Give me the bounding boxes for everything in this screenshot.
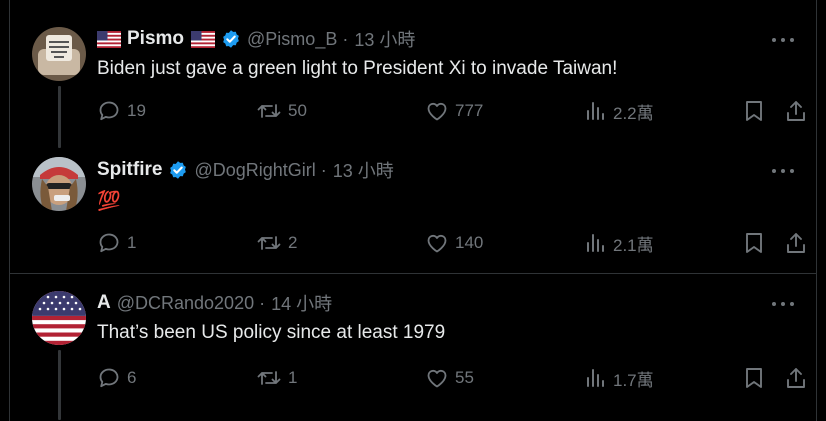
retweet-button[interactable]: 1 (256, 366, 297, 390)
tweet-header: Pismo @Pismo_B · 13 小時 (97, 27, 796, 51)
bookmark-icon (746, 368, 762, 388)
avatar[interactable] (32, 291, 86, 345)
retweet-button[interactable]: 50 (256, 99, 307, 123)
avatar[interactable] (32, 27, 86, 81)
more-icon[interactable] (772, 161, 794, 181)
reply-button[interactable]: 19 (97, 99, 146, 123)
tweet-a[interactable]: A @DCRando2020 · 14 小時 That’s been US po… (10, 274, 816, 421)
reply-button[interactable]: 6 (97, 366, 136, 390)
share-icon (787, 368, 805, 388)
timeline-border-right (816, 0, 817, 421)
action-bar: 19 50 777 2.2萬 (97, 99, 805, 123)
share-button[interactable] (785, 366, 807, 390)
tweet-spitfire[interactable]: Spitfire @DogRightGirl · 13 小時 💯 1 2 140… (10, 142, 816, 273)
verified-badge-icon[interactable] (168, 160, 188, 180)
like-button[interactable]: 777 (425, 99, 483, 123)
tweet-header: Spitfire @DogRightGirl · 13 小時 (97, 158, 796, 182)
display-name[interactable]: A (97, 292, 111, 314)
bookmark-icon (746, 101, 762, 121)
avatar[interactable] (32, 157, 86, 211)
views-button[interactable]: 2.1萬 (585, 231, 654, 255)
views-icon (587, 102, 604, 120)
share-icon (787, 101, 805, 121)
separator-dot: · (259, 292, 266, 313)
share-icon (787, 233, 805, 253)
reply-count: 1 (127, 233, 137, 252)
retweet-icon (257, 104, 281, 118)
view-count: 2.2萬 (613, 103, 654, 123)
timestamp[interactable]: 13 小時 (354, 26, 415, 52)
reply-count: 6 (127, 368, 137, 387)
tweet-text: That’s been US policy since at least 197… (97, 322, 446, 343)
more-icon[interactable] (772, 30, 794, 50)
retweet-icon (257, 371, 281, 385)
like-count: 140 (455, 233, 484, 252)
views-icon (587, 234, 604, 252)
bookmark-icon (746, 233, 762, 253)
tweet-text: Biden just gave a green light to Preside… (97, 58, 618, 79)
like-count: 55 (455, 368, 474, 387)
thread-line (58, 350, 61, 420)
view-count: 1.7萬 (613, 370, 654, 390)
retweet-count: 1 (288, 368, 298, 387)
display-name[interactable]: Pismo (127, 28, 184, 50)
action-bar: 6 1 55 1.7萬 (97, 366, 805, 390)
like-button[interactable]: 140 (425, 231, 483, 255)
user-handle[interactable]: @DogRightGirl (194, 160, 315, 181)
us-flag-icon (191, 30, 216, 48)
retweet-icon (257, 236, 281, 250)
tweet-pismo[interactable]: Pismo @Pismo_B · 13 小時 Biden just gave a… (10, 0, 816, 148)
bookmark-button[interactable] (744, 99, 764, 123)
share-button[interactable] (785, 99, 807, 123)
separator-dot: · (342, 28, 349, 49)
bookmark-button[interactable] (744, 366, 764, 390)
bookmark-button[interactable] (744, 231, 764, 255)
user-handle[interactable]: @Pismo_B (247, 29, 337, 50)
reply-button[interactable]: 1 (97, 231, 136, 255)
views-button[interactable]: 1.7萬 (585, 366, 654, 390)
reply-count: 19 (127, 101, 146, 120)
like-button[interactable]: 55 (425, 366, 474, 390)
display-name[interactable]: Spitfire (97, 159, 162, 181)
retweet-count: 2 (288, 233, 298, 252)
like-icon (427, 234, 447, 253)
share-button[interactable] (785, 231, 807, 255)
view-count: 2.1萬 (613, 235, 654, 255)
like-icon (427, 369, 447, 388)
retweet-count: 50 (288, 101, 307, 120)
thread-line (58, 86, 61, 148)
views-button[interactable]: 2.2萬 (585, 99, 654, 123)
tweet-text: 💯 (97, 191, 121, 212)
separator-dot: · (320, 159, 327, 180)
us-flag-icon (97, 30, 121, 48)
like-icon (427, 102, 447, 121)
tweet-header: A @DCRando2020 · 14 小時 (97, 291, 796, 315)
user-handle[interactable]: @DCRando2020 (117, 293, 254, 314)
reply-icon (99, 233, 119, 253)
reply-icon (99, 101, 119, 121)
action-bar: 1 2 140 2.1萬 (97, 231, 805, 255)
timestamp[interactable]: 14 小時 (271, 290, 332, 316)
timestamp[interactable]: 13 小時 (333, 157, 394, 183)
more-icon[interactable] (772, 294, 794, 314)
reply-icon (99, 368, 119, 388)
verified-badge-icon[interactable] (221, 29, 241, 49)
like-count: 777 (455, 101, 484, 120)
views-icon (587, 369, 604, 387)
retweet-button[interactable]: 2 (256, 231, 297, 255)
